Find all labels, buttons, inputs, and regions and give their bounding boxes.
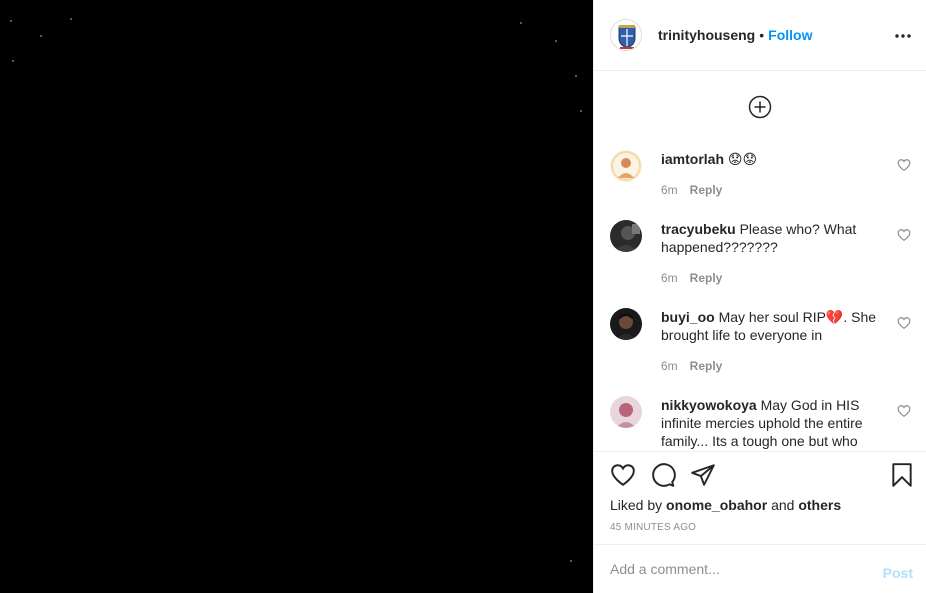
noise-speck xyxy=(40,35,42,37)
liked-by-summary: Liked by onome_obahor and others xyxy=(610,497,841,513)
post-side-panel: trinityhouseng • Follow iamtorlah 😟😟 6m … xyxy=(593,0,926,593)
save-bookmark-icon[interactable] xyxy=(889,462,915,488)
comment-text: 😟😟 xyxy=(727,151,758,167)
noise-speck xyxy=(70,18,72,20)
post-header: trinityhouseng • Follow xyxy=(594,0,926,71)
post-media[interactable] xyxy=(0,0,593,593)
liked-by-user[interactable]: onome_obahor xyxy=(666,497,767,513)
comment-content: buyi_oo May her soul RIP💔. She brought l… xyxy=(661,308,887,344)
noise-speck xyxy=(520,22,522,24)
comments-list[interactable]: iamtorlah 😟😟 6m Reply tracyubeku Please … xyxy=(594,71,926,451)
reply-button[interactable]: Reply xyxy=(690,359,723,373)
comment-bubble-icon[interactable] xyxy=(650,462,676,488)
like-heart-icon[interactable] xyxy=(610,462,636,488)
comment-username[interactable]: iamtorlah xyxy=(661,151,724,167)
comment-username[interactable]: tracyubeku xyxy=(661,221,736,237)
reply-button[interactable]: Reply xyxy=(690,183,723,197)
noise-speck xyxy=(555,40,557,42)
separator-dot: • xyxy=(759,27,765,43)
comment-like-heart-icon[interactable] xyxy=(897,158,911,172)
comment-input[interactable] xyxy=(610,559,860,579)
post-comment-button[interactable]: Post xyxy=(883,565,913,581)
comment-like-heart-icon[interactable] xyxy=(897,228,911,242)
comment-content: tracyubeku Please who? What happened????… xyxy=(661,220,887,256)
noise-speck xyxy=(12,60,14,62)
commenter-avatar[interactable] xyxy=(610,150,642,182)
add-comment-bar: Post xyxy=(594,544,926,593)
author-username[interactable]: trinityhouseng xyxy=(658,27,755,43)
liked-by-join: and xyxy=(771,497,795,513)
more-options-icon[interactable] xyxy=(893,26,913,46)
reply-button[interactable]: Reply xyxy=(690,271,723,285)
noise-speck xyxy=(10,20,12,22)
comment-content: iamtorlah 😟😟 xyxy=(661,150,887,168)
comment-meta: 6m Reply xyxy=(661,359,722,373)
commenter-avatar[interactable] xyxy=(610,308,642,340)
post-timestamp[interactable]: 45 MINUTES AGO xyxy=(610,522,696,533)
follow-button[interactable]: Follow xyxy=(768,27,812,43)
noise-speck xyxy=(575,75,577,77)
comment-meta: 6m Reply xyxy=(661,271,722,285)
post-actions: Liked by onome_obahor and others 45 MINU… xyxy=(594,451,926,544)
liked-by-others[interactable]: others xyxy=(798,497,841,513)
load-more-comments-icon[interactable] xyxy=(748,95,772,119)
comment-like-heart-icon[interactable] xyxy=(897,404,911,418)
commenter-avatar[interactable] xyxy=(610,220,642,252)
share-paper-plane-icon[interactable] xyxy=(690,462,716,488)
comment-time[interactable]: 6m xyxy=(661,183,678,197)
commenter-avatar[interactable] xyxy=(610,396,642,428)
liked-by-prefix: Liked by xyxy=(610,497,663,513)
noise-speck xyxy=(570,560,572,562)
comment-like-heart-icon[interactable] xyxy=(897,316,911,330)
noise-speck xyxy=(580,110,582,112)
comment-username[interactable]: nikkyowokoya xyxy=(661,397,757,413)
comment-time[interactable]: 6m xyxy=(661,359,678,373)
comment-username[interactable]: buyi_oo xyxy=(661,309,715,325)
comment-meta: 6m Reply xyxy=(661,183,722,197)
author-avatar[interactable] xyxy=(610,19,642,51)
comment-time[interactable]: 6m xyxy=(661,271,678,285)
comment-content: nikkyowokoya May God in HIS infinite mer… xyxy=(661,396,887,450)
